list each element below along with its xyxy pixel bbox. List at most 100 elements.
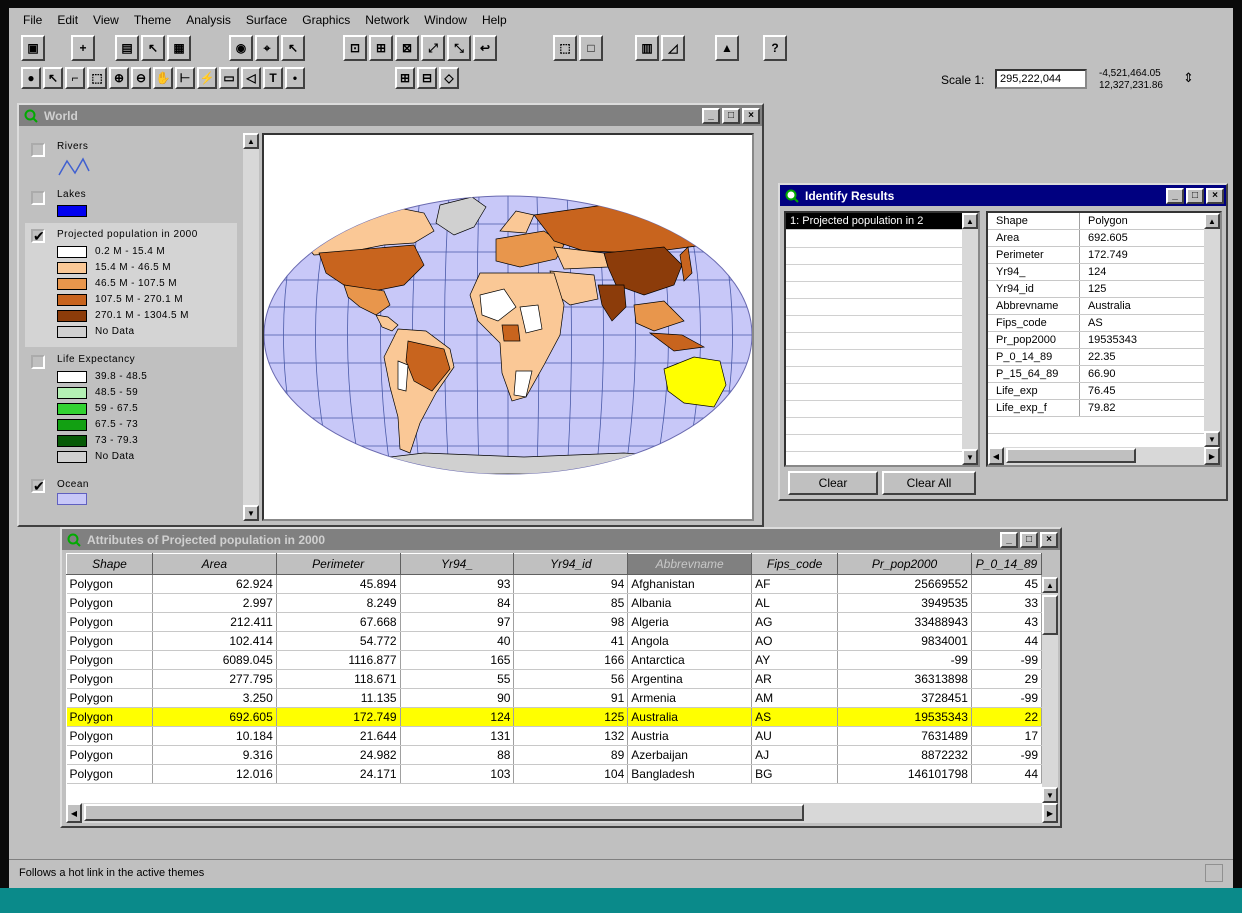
save-icon[interactable]: ▣ — [21, 35, 45, 61]
grid-vertical-scrollbar[interactable]: ▲ ▼ — [1204, 213, 1220, 447]
zoom-out-icon[interactable]: ⊖ — [131, 67, 151, 89]
legend-scrollbar[interactable]: ▲ ▼ — [243, 133, 259, 521]
draw-point-icon[interactable]: • — [285, 67, 305, 89]
menu-network[interactable]: Network — [365, 13, 409, 27]
pointer-icon[interactable]: ↖ — [43, 67, 63, 89]
column-header[interactable]: Shape — [66, 553, 153, 575]
select-features-icon[interactable]: ⬚ — [553, 35, 577, 61]
zoom-previous-icon[interactable]: ↩ — [473, 35, 497, 61]
menu-surface[interactable]: Surface — [246, 13, 287, 27]
zoom-in-icon[interactable]: ⊕ — [109, 67, 129, 89]
hotlink-icon[interactable]: ⚡ — [197, 67, 217, 89]
scroll-thumb[interactable] — [84, 804, 804, 821]
identify-list-item[interactable]: 1: Projected population in 2 — [786, 213, 962, 230]
minimize-icon[interactable]: _ — [702, 107, 720, 124]
close-icon[interactable]: × — [1206, 187, 1224, 204]
identify-field-row[interactable]: Yr94_ 124 — [988, 264, 1204, 281]
edit-legend-icon[interactable]: ↖ — [141, 35, 165, 61]
menu-file[interactable]: File — [23, 13, 42, 27]
theme-properties-icon[interactable]: ▤ — [115, 35, 139, 61]
clear-selection-icon[interactable]: □ — [579, 35, 603, 61]
zoom-in-fixed-icon[interactable]: ⤢ — [421, 35, 445, 61]
identify-field-row[interactable]: Life_exp 76.45 — [988, 383, 1204, 400]
life-expectancy-checkbox[interactable] — [31, 355, 45, 369]
select-feature-icon[interactable]: ⬚ — [87, 67, 107, 89]
table-row-selected[interactable]: Polygon 692.605 172.749 124 125 Australia AS 19… — [66, 707, 1042, 727]
table-row[interactable]: Polygon 62.924 45.894 93 94 Afghanistan AF 2566… — [66, 574, 1042, 594]
menu-help[interactable]: Help — [482, 13, 507, 27]
table-row[interactable]: Polygon 10.184 21.644 131 132 Austria AU 763148… — [66, 726, 1042, 746]
text-icon[interactable]: T — [263, 67, 283, 89]
maximize-icon[interactable]: □ — [722, 107, 740, 124]
query-builder-icon[interactable]: ↖ — [281, 35, 305, 61]
column-header[interactable]: Yr94_id — [513, 553, 629, 575]
scroll-up-arrow-icon[interactable]: ▲ — [962, 213, 978, 229]
scroll-down-arrow-icon[interactable]: ▼ — [1042, 787, 1058, 803]
identify-field-row[interactable]: Area 692.605 — [988, 230, 1204, 247]
identify-field-row[interactable]: Perimeter 172.749 — [988, 247, 1204, 264]
scroll-right-arrow-icon[interactable]: ▶ — [1042, 803, 1058, 823]
scroll-up-arrow-icon[interactable]: ▲ — [1042, 577, 1058, 593]
table-row[interactable]: Polygon 2.997 8.249 84 85 Albania AL 3949535 33 — [66, 593, 1042, 613]
close-icon[interactable]: × — [742, 107, 760, 124]
identify-icon[interactable]: ● — [21, 67, 41, 89]
table-vertical-scrollbar[interactable]: ▲ ▼ — [1042, 577, 1058, 803]
split-icon[interactable]: ⊟ — [417, 67, 437, 89]
scroll-down-arrow-icon[interactable]: ▼ — [243, 505, 259, 521]
chart-icon[interactable]: ◿ — [661, 35, 685, 61]
zoom-to-selected-icon[interactable]: ⊠ — [395, 35, 419, 61]
theme-lakes[interactable]: Lakes — [25, 185, 237, 223]
add-theme-icon[interactable]: + — [71, 35, 95, 61]
column-header[interactable]: Fips_code — [751, 553, 839, 575]
world-titlebar[interactable]: World _ □ × — [19, 105, 762, 126]
maximize-icon[interactable]: □ — [1186, 187, 1204, 204]
identify-field-row[interactable]: Abbrevname Australia — [988, 298, 1204, 315]
measure-icon[interactable]: ⊢ — [175, 67, 195, 89]
menu-graphics[interactable]: Graphics — [302, 13, 350, 27]
ocean-checkbox[interactable]: ✔ — [31, 479, 45, 493]
list-scrollbar[interactable]: ▲ ▼ — [962, 213, 978, 465]
table-row[interactable]: Polygon 6089.045 1116.877 165 166 Antarctica A… — [66, 650, 1042, 670]
table-row[interactable]: Polygon 277.795 118.671 55 56 Argentina AR 3631… — [66, 669, 1042, 689]
identify-field-row[interactable]: Fips_code AS — [988, 315, 1204, 332]
population-checkbox[interactable]: ✔ — [31, 229, 45, 243]
menu-window[interactable]: Window — [424, 13, 467, 27]
locate-address-icon[interactable]: ⌖ — [255, 35, 279, 61]
theme-projected-population[interactable]: ✔ Projected population in 2000 0.2 M - 1… — [25, 223, 237, 347]
table-horizontal-scrollbar[interactable]: ◀ ▶ — [66, 803, 1058, 823]
identify-titlebar[interactable]: Identify Results _ □ × — [780, 185, 1226, 206]
table-row[interactable]: Polygon 212.411 67.668 97 98 Algeria AG 3348894… — [66, 612, 1042, 632]
column-header[interactable]: Area — [151, 553, 277, 575]
minimize-icon[interactable]: _ — [1000, 531, 1018, 548]
close-icon[interactable]: × — [1040, 531, 1058, 548]
menu-edit[interactable]: Edit — [57, 13, 78, 27]
snap-icon[interactable]: ⊞ — [395, 67, 415, 89]
identify-field-row[interactable]: Life_exp_f 79.82 — [988, 400, 1204, 417]
theme-life-expectancy[interactable]: Life Expectancy 39.8 - 48.5 48.5 - 59 59… — [25, 349, 237, 473]
table-row[interactable]: Polygon 9.316 24.982 88 89 Azerbaijan AJ 887223… — [66, 745, 1042, 765]
zoom-out-fixed-icon[interactable]: ⤡ — [447, 35, 471, 61]
table-row[interactable]: Polygon 102.414 54.772 40 41 Angola AO 9834001 4… — [66, 631, 1042, 651]
scroll-thumb[interactable] — [1042, 595, 1058, 635]
layout-icon[interactable]: ▲ — [715, 35, 739, 61]
vertex-edit-icon[interactable]: ⌐ — [65, 67, 85, 89]
open-table-icon[interactable]: ▦ — [167, 35, 191, 61]
zoom-to-themes-icon[interactable]: ⊞ — [369, 35, 393, 61]
theme-ocean[interactable]: ✔ Ocean — [25, 475, 237, 507]
clear-all-button[interactable]: Clear All — [882, 471, 976, 495]
column-header[interactable]: Perimeter — [275, 553, 401, 575]
rivers-checkbox[interactable] — [31, 143, 45, 157]
scale-input[interactable] — [995, 69, 1087, 89]
scroll-up-arrow-icon[interactable]: ▲ — [243, 133, 259, 149]
identify-field-row[interactable]: Shape Polygon — [988, 213, 1204, 230]
identify-field-row[interactable]: Yr94_id 125 — [988, 281, 1204, 298]
scroll-left-arrow-icon[interactable]: ◀ — [988, 447, 1004, 465]
identify-field-row[interactable]: P_15_64_89 66.90 — [988, 366, 1204, 383]
grid-horizontal-scrollbar[interactable]: ◀ ▶ — [988, 447, 1220, 465]
column-header[interactable]: Yr94_ — [399, 553, 515, 575]
menu-theme[interactable]: Theme — [134, 13, 171, 27]
map-canvas[interactable] — [262, 133, 754, 521]
zoom-to-full-extent-icon[interactable]: ⊡ — [343, 35, 367, 61]
column-header[interactable]: Abbrevname — [627, 553, 753, 575]
lakes-checkbox[interactable] — [31, 191, 45, 205]
